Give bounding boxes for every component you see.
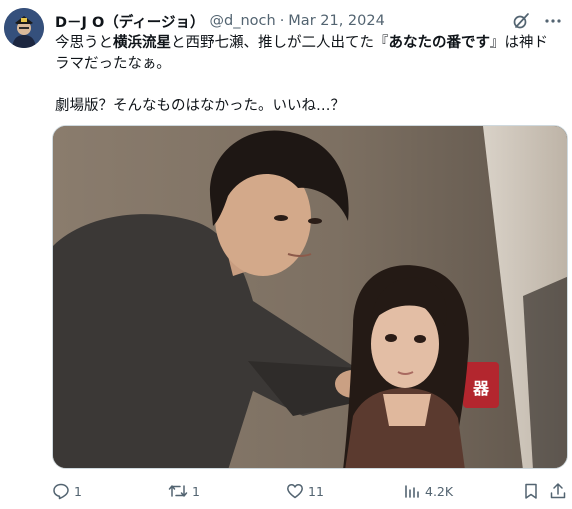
action-bar: 1 1 11 4.2K <box>52 480 568 502</box>
repost-icon <box>168 485 188 497</box>
tweet-photo[interactable]: 器 <box>52 125 568 469</box>
text-segment: 今思うと <box>55 35 113 51</box>
tweet[interactable]: D－J O（ディージョ） @d_noch · Mar 21, 2024 今思うと… <box>0 0 572 509</box>
reply-button[interactable]: 1 <box>52 480 82 502</box>
repost-button[interactable]: 1 <box>168 480 200 502</box>
text-line-1: 今思うと横浜流星と西野七瀬、推しが二人出てた『あなたの番です』は神ド <box>55 33 565 54</box>
more-icon[interactable] <box>544 12 562 30</box>
slash-circle-icon[interactable] <box>512 12 530 30</box>
heart-icon <box>287 484 303 499</box>
reply-count: 1 <box>74 483 82 499</box>
tweet-date[interactable]: Mar 21, 2024 <box>288 13 385 29</box>
share-button[interactable] <box>549 480 567 502</box>
like-count: 11 <box>308 483 324 499</box>
bold-text-drama-title: あなたの番です <box>388 35 491 51</box>
text-segment: と西野七瀬、推しが二人出てた『 <box>171 35 389 51</box>
bold-text-actor: 横浜流星 <box>113 35 171 51</box>
views-count: 4.2K <box>425 483 454 499</box>
tweet-text: 今思うと横浜流星と西野七瀬、推しが二人出てた『あなたの番です』は神ド ラマだった… <box>55 33 565 117</box>
sign-text: 器 <box>472 379 490 398</box>
avatar-image <box>4 8 44 48</box>
tweet-header: D－J O（ディージョ） @d_noch · Mar 21, 2024 <box>55 10 562 32</box>
display-name[interactable]: D－J O（ディージョ） <box>55 11 205 32</box>
views-button[interactable]: 4.2K <box>403 480 453 502</box>
text-segment: 』は神ド <box>490 35 548 51</box>
reply-icon <box>53 483 69 500</box>
repost-count: 1 <box>192 483 200 499</box>
separator-dot: · <box>279 13 285 29</box>
views-icon <box>405 485 419 498</box>
photo-scene: 器 <box>53 126 567 468</box>
user-handle[interactable]: @d_noch <box>210 13 276 29</box>
avatar[interactable] <box>4 8 44 48</box>
bookmark-icon <box>525 483 537 499</box>
share-icon <box>550 483 566 499</box>
text-line-3: 劇場版？そんなものはなかった。いいね…？ <box>55 98 345 114</box>
like-button[interactable]: 11 <box>286 480 324 502</box>
header-icons <box>512 10 562 32</box>
text-line-2: ラマだったなぁ。 <box>55 56 171 72</box>
bookmark-button[interactable] <box>522 480 540 502</box>
text-spacer <box>55 75 565 96</box>
